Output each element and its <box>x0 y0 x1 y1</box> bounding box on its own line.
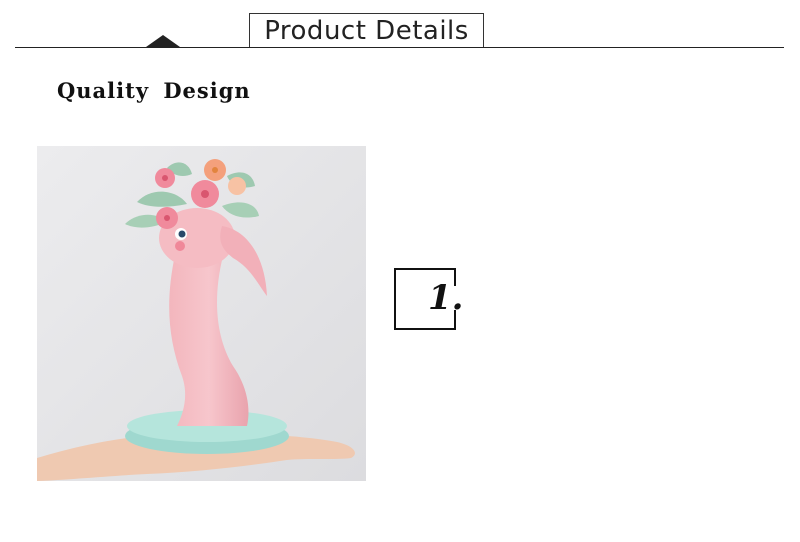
header-triangle-marker <box>146 35 180 47</box>
header-line <box>15 47 784 48</box>
product-photo <box>37 146 366 481</box>
flamingo-figurine-icon <box>37 146 366 481</box>
step-number-badge: 1. <box>394 268 464 330</box>
step-number: 1. <box>428 278 464 318</box>
section-subtitle: Quality Design <box>57 78 251 103</box>
header-title: Product Details <box>264 15 469 46</box>
header-title-box: Product Details <box>249 13 484 47</box>
